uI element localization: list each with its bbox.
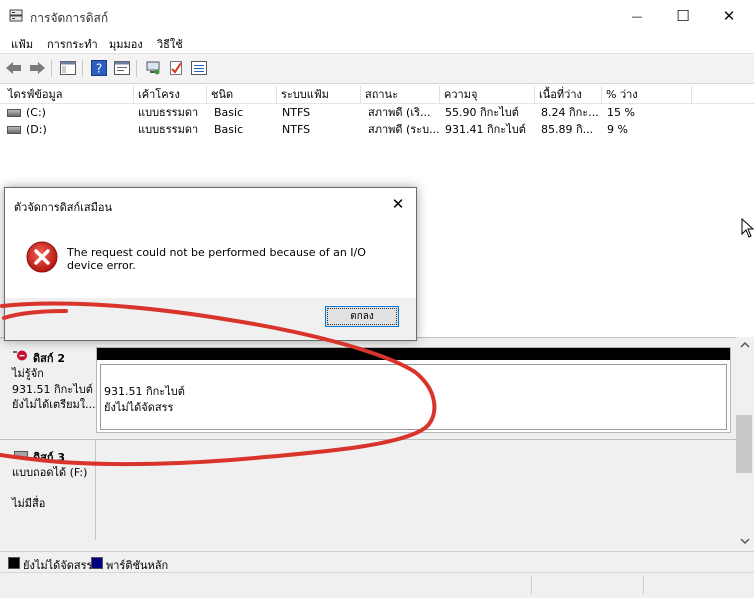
dialog-close-button[interactable]: ✕ — [380, 189, 416, 219]
unallocated-swatch — [8, 557, 20, 569]
close-button[interactable]: ✕ — [706, 0, 752, 32]
volume-layout: แบบธรรมดา — [138, 106, 199, 119]
drive-icon — [7, 126, 21, 134]
volume-list-header: ไดรฟ์ข้อมูล เค้าโครง ชนิด ระบบแฟ้ม สถานะ… — [0, 86, 754, 104]
volume-percent-free: 15 % — [607, 106, 635, 119]
unallocated-bar — [97, 348, 730, 360]
minimize-icon: — — [631, 9, 643, 23]
status-bar — [0, 572, 754, 598]
mouse-cursor-icon — [741, 218, 754, 238]
table-row[interactable]: (C:) แบบธรรมดา Basic NTFS สภาพดี (เริ...… — [0, 104, 754, 121]
forward-icon[interactable] — [27, 58, 47, 78]
help-icon[interactable]: ? — [89, 58, 109, 78]
volume-name: (C:) — [26, 106, 46, 119]
volume-file-system: NTFS — [282, 106, 311, 119]
volume-file-system: NTFS — [282, 123, 311, 136]
dialog-title: ตัวจัดการดิสก์เสมือน — [14, 201, 113, 214]
maximize-icon: ☐ — [676, 7, 690, 25]
disk-management-app-icon — [9, 9, 23, 22]
console-tree-icon[interactable] — [58, 58, 78, 78]
error-icon — [26, 241, 58, 273]
column-header-free-space[interactable]: เนื้อที่ว่าง — [535, 86, 602, 103]
toolbar-separator — [82, 60, 83, 77]
back-icon[interactable] — [4, 58, 24, 78]
disk-2-state: ยังไม่ได้เตรียมใ... — [12, 398, 96, 411]
maximize-button[interactable]: ☐ — [660, 0, 706, 32]
table-row[interactable]: (D:) แบบธรรมดา Basic NTFS สภาพดี (ระบ...… — [0, 121, 754, 138]
removable-drive-icon — [14, 451, 28, 458]
title-bar: การจัดการดิสก์ — ☐ ✕ — [0, 0, 754, 32]
column-header-file-system[interactable]: ระบบแฟ้ม — [277, 86, 361, 103]
primary-partition-swatch — [91, 557, 103, 569]
drive-icon — [7, 109, 21, 117]
close-icon: ✕ — [391, 195, 405, 213]
volume-status: สภาพดี (ระบ... — [368, 123, 440, 136]
partition-state: ยังไม่ได้จัดสรร — [104, 401, 174, 414]
divider — [0, 439, 736, 440]
status-divider — [531, 576, 532, 595]
volume-percent-free: 9 % — [607, 123, 628, 136]
disk-error-icon — [13, 350, 27, 361]
disk-2-label[interactable]: ดิสก์ 2 ไม่รู้จัก 931.51 กิกะไบต์ ยังไม่… — [4, 345, 96, 435]
scroll-up-icon[interactable] — [740, 341, 750, 348]
check-icon[interactable] — [166, 58, 186, 78]
scroll-down-icon[interactable] — [740, 538, 750, 545]
volume-name: (D:) — [26, 123, 47, 136]
ok-button[interactable]: ตกลง — [325, 306, 399, 327]
disk-3-label[interactable]: ดิสก์ 3 แบบถอดได้ (F:) ไม่มีสื่อ — [4, 444, 96, 544]
ok-button-label: ตกลง — [327, 308, 397, 325]
status-divider — [643, 576, 644, 595]
toolbar: ? — [0, 53, 754, 84]
dialog-title-bar: ตัวจัดการดิสก์เสมือน ✕ — [5, 188, 416, 219]
minimize-button[interactable]: — — [614, 0, 660, 32]
connect-icon[interactable] — [143, 58, 163, 78]
volume-capacity: 931.41 กิกะไบต์ — [445, 123, 526, 136]
window-title: การจัดการดิสก์ — [30, 11, 109, 25]
menu-file[interactable]: แฟ้ม — [11, 35, 33, 53]
volume-type: Basic — [214, 106, 244, 119]
unallocated-partition[interactable]: 931.51 กิกะไบต์ ยังไม่ได้จัดสรร — [100, 364, 727, 430]
column-header-type[interactable]: ชนิด — [207, 86, 277, 103]
menu-bar: แฟ้ม การกระทำ มุมมอง วิธีใช้ — [0, 32, 754, 52]
volume-status: สภาพดี (เริ... — [368, 106, 431, 119]
dialog-message: The request could not be performed becau… — [67, 246, 366, 272]
column-header-status[interactable]: สถานะ — [361, 86, 440, 103]
divider — [95, 440, 96, 540]
volume-layout: แบบธรรมดา — [138, 123, 199, 136]
menu-action[interactable]: การกระทำ — [47, 35, 98, 53]
list-icon[interactable] — [189, 58, 209, 78]
scrollbar-thumb[interactable] — [736, 415, 752, 473]
column-header-capacity[interactable]: ความจุ — [440, 86, 535, 103]
toolbar-separator — [51, 60, 52, 77]
disk-3-media: ไม่มีสื่อ — [12, 497, 46, 510]
error-dialog: ตัวจัดการดิสก์เสมือน ✕ The request could… — [4, 187, 417, 341]
toolbar-separator — [136, 60, 137, 77]
menu-view[interactable]: มุมมอง — [109, 35, 143, 53]
column-header-percent-free[interactable]: % ว่าง — [602, 86, 692, 103]
legend-bar: ยังไม่ได้จัดสรร พาร์ติชันหลัก — [0, 551, 754, 573]
column-header-layout[interactable]: เค้าโครง — [134, 86, 207, 103]
volume-type: Basic — [214, 123, 244, 136]
column-header-volume[interactable]: ไดรฟ์ข้อมูล — [4, 86, 134, 103]
volume-free-space: 8.24 กิกะ... — [541, 106, 599, 119]
volume-free-space: 85.89 กิ... — [541, 123, 594, 136]
disk-3-type: แบบถอดได้ (F:) — [12, 466, 88, 479]
properties-icon[interactable] — [112, 58, 132, 78]
svg-text:?: ? — [96, 62, 102, 76]
volume-capacity: 55.90 กิกะไบต์ — [445, 106, 519, 119]
close-icon: ✕ — [722, 7, 736, 25]
menu-help[interactable]: วิธีใช้ — [157, 35, 183, 53]
